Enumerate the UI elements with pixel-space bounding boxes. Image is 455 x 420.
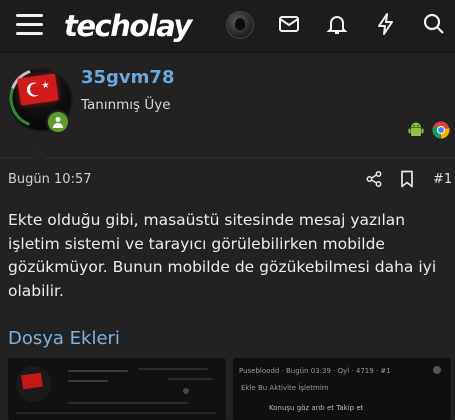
- divider-notch-inner: [32, 151, 46, 158]
- thumb-text: Pusebloodd · Bugün 03:39 · Oyl · 4719 · …: [239, 367, 391, 375]
- menu-icon[interactable]: [16, 14, 43, 36]
- thumb-line: [68, 380, 108, 382]
- attachments-heading: Dosya Ekleri: [8, 328, 120, 349]
- post-divider: [0, 157, 455, 158]
- top-navbar: techolay: [0, 0, 455, 53]
- online-status-icon: [46, 110, 70, 134]
- attachment-thumbnail[interactable]: [8, 358, 226, 420]
- thumb-line: [68, 370, 128, 372]
- bookmark-icon[interactable]: [399, 170, 415, 188]
- thumb-dot: [183, 388, 189, 394]
- search-icon[interactable]: [422, 12, 446, 36]
- chrome-icon: [432, 121, 450, 139]
- bell-icon[interactable]: [325, 12, 349, 36]
- post-date[interactable]: Bugün 10:57: [8, 172, 91, 187]
- thumb-text: Konuşu göz ardı et Takip et: [269, 404, 364, 412]
- share-icon[interactable]: [366, 171, 382, 187]
- star-icon: ★: [40, 80, 51, 92]
- turkish-flag-icon: ★: [17, 73, 59, 106]
- menu-bar: [16, 14, 43, 17]
- menu-bar: [16, 23, 43, 26]
- thumb-flag: [21, 372, 43, 390]
- thumb-line: [138, 368, 208, 370]
- header-user-avatar[interactable]: [226, 11, 254, 39]
- post-body: Ekte olduğu gibi, masaüstü sitesinde mes…: [8, 211, 437, 300]
- thumb-line: [16, 412, 216, 414]
- attachment-thumbnail[interactable]: Pusebloodd · Bugün 03:39 · Oyl · 4719 · …: [233, 358, 451, 420]
- thumb-text: Ekle Bu Aktivite İşletmim: [241, 384, 329, 392]
- site-logo[interactable]: techolay: [64, 8, 192, 44]
- post-number-link[interactable]: #1: [433, 172, 452, 187]
- user-title: Tanınmış Üye: [81, 97, 171, 113]
- android-icon: [408, 122, 424, 136]
- envelope-icon[interactable]: [277, 12, 301, 36]
- thumb-dot: [433, 366, 441, 374]
- bolt-icon[interactable]: [374, 12, 398, 36]
- menu-bar: [16, 32, 43, 35]
- username-link[interactable]: 35gvm78: [81, 67, 174, 88]
- thumb-line: [168, 378, 213, 380]
- thumb-line: [68, 402, 188, 404]
